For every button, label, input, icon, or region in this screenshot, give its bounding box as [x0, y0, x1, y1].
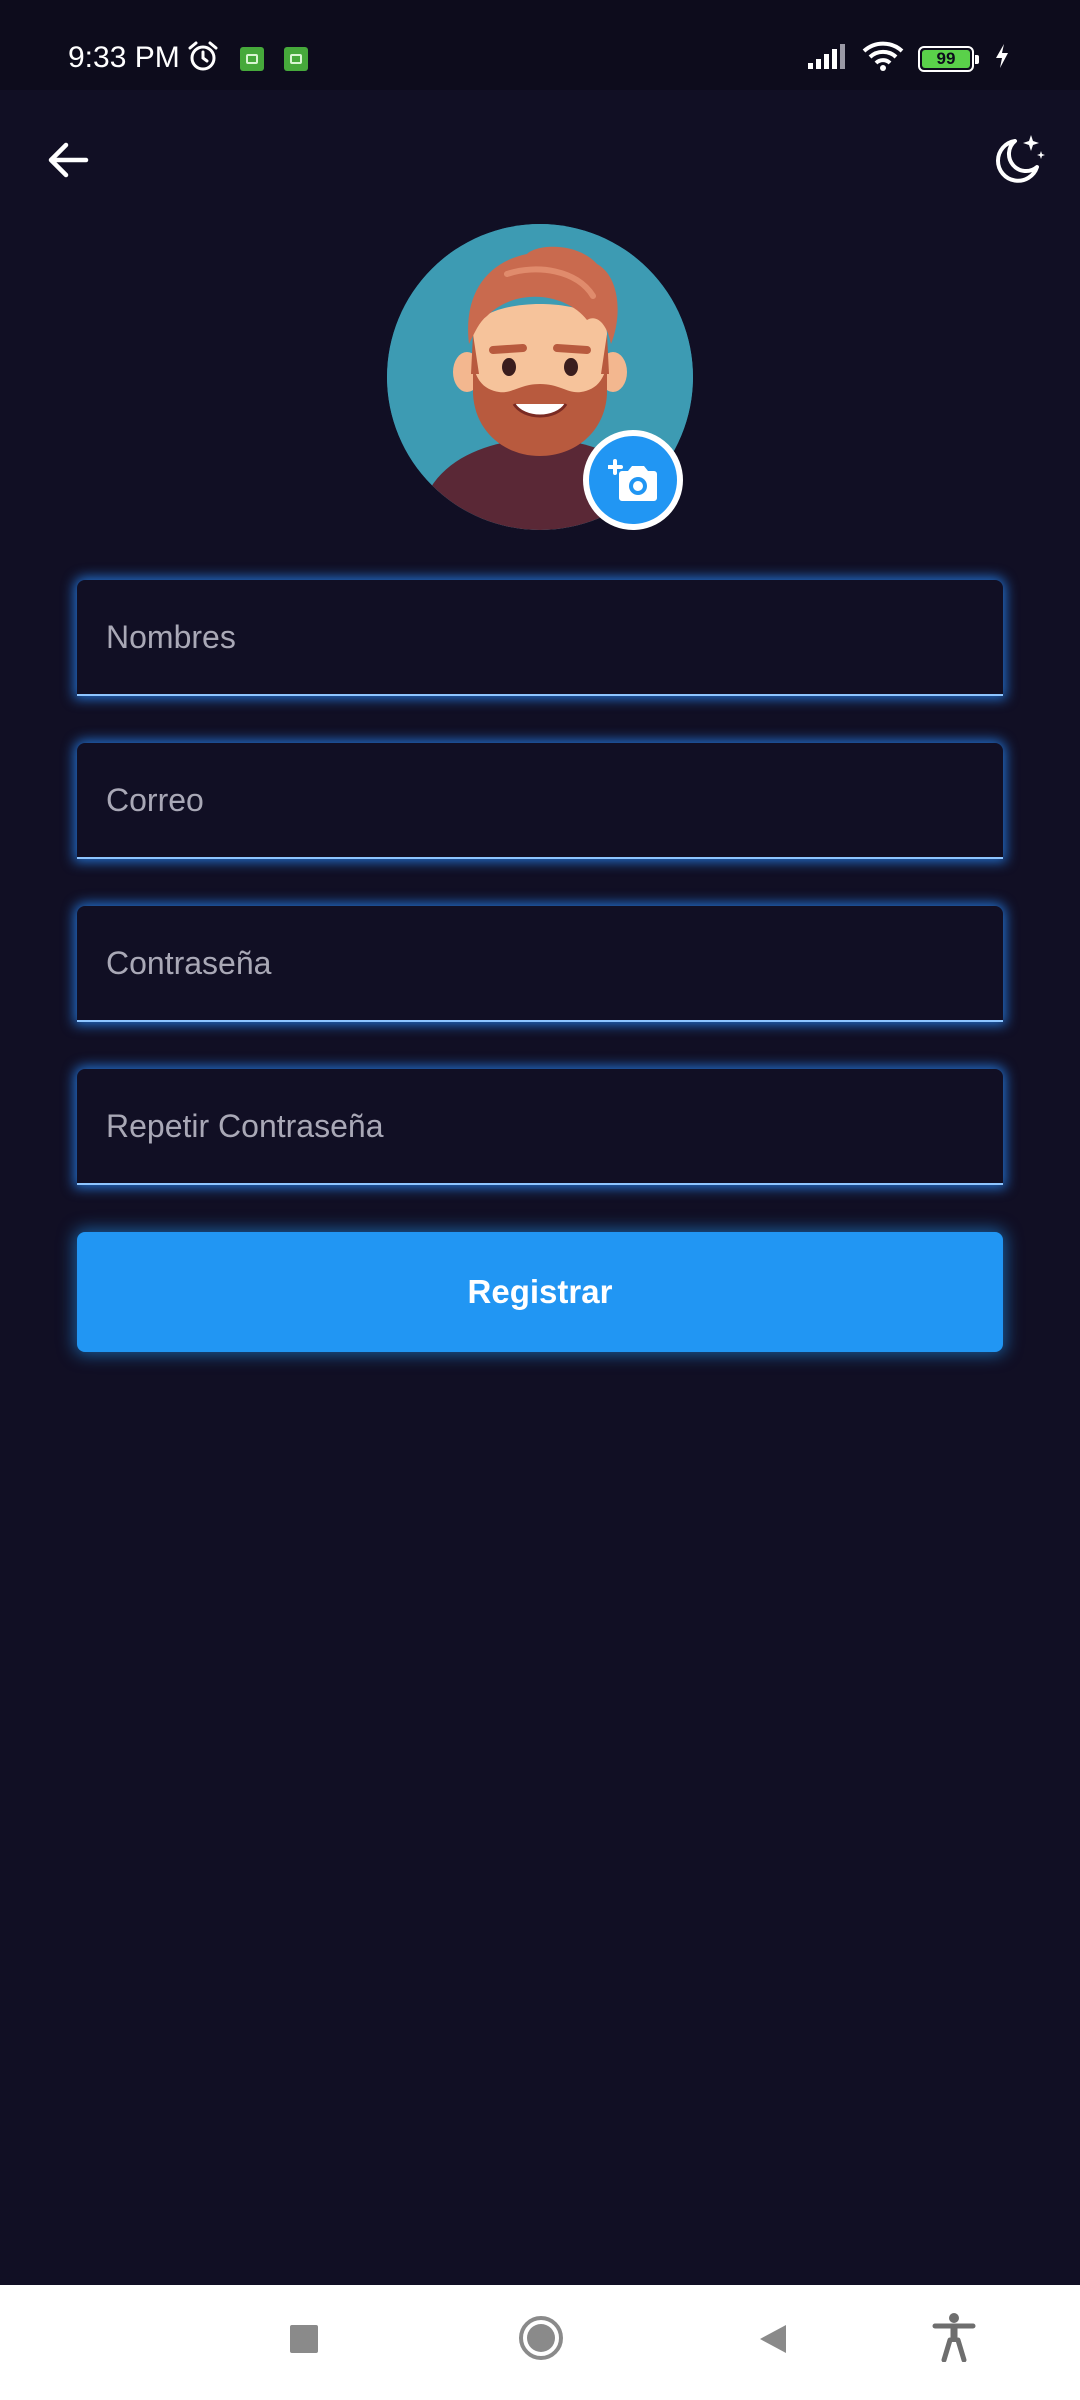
register-button[interactable]: Registrar [77, 1232, 1003, 1352]
charging-icon [994, 43, 1010, 74]
back-nav-button[interactable] [742, 2307, 806, 2371]
status-left-icons [184, 39, 308, 78]
home-button[interactable] [508, 2305, 574, 2371]
password-input[interactable] [77, 906, 1003, 1020]
accessibility-icon [932, 2313, 976, 2362]
names-field[interactable] [77, 580, 1003, 696]
status-time: 9:33 PM [68, 41, 180, 74]
password-field[interactable] [77, 906, 1003, 1022]
register-button-label: Registrar [467, 1273, 613, 1310]
theme-toggle-button[interactable] [984, 124, 1054, 194]
email-input[interactable] [77, 743, 1003, 857]
system-nav-bar [0, 2285, 1080, 2400]
add-photo-camera-icon [608, 459, 657, 501]
repeat-password-field[interactable] [77, 1069, 1003, 1185]
status-right-icons: 99 [806, 40, 1010, 77]
back-button[interactable] [36, 128, 100, 192]
names-input[interactable] [77, 580, 1003, 694]
app-notification-icon [284, 46, 308, 71]
alarm-icon [186, 39, 220, 78]
battery-level: 99 [922, 49, 970, 68]
avatar-section [387, 224, 693, 530]
app-notification-icon [240, 46, 264, 71]
status-bar: 9:33 PM 99 [0, 0, 1080, 90]
recents-square-icon [290, 2325, 318, 2353]
home-circle-icon [519, 2316, 563, 2360]
recents-button[interactable] [272, 2307, 336, 2371]
moon-stars-icon [996, 135, 1045, 183]
accessibility-button[interactable] [922, 2303, 986, 2371]
wifi-icon [862, 40, 904, 77]
repeat-password-input[interactable] [77, 1069, 1003, 1183]
change-photo-button[interactable] [583, 430, 683, 530]
arrow-left-icon [48, 142, 89, 178]
back-triangle-icon [760, 2325, 786, 2353]
signal-icon [806, 42, 848, 75]
battery-icon: 99 [918, 45, 979, 72]
email-field[interactable] [77, 743, 1003, 859]
